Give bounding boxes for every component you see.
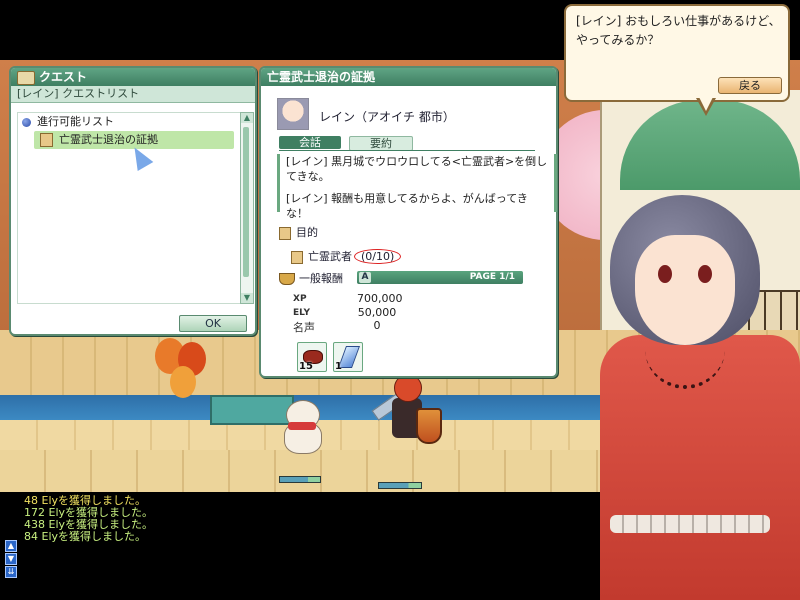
npc-speech-bubble: [レイン] おもしろい仕事があるけど、やってみるか？ 戻る <box>564 4 790 102</box>
quest-window-title: クエスト <box>39 70 88 84</box>
quest-list-window: クエスト [レイン] クエストリスト 進行可能リスト 亡霊武士退治の証拠 ▲ ▼… <box>9 66 257 336</box>
reward-tab-a[interactable]: A <box>359 272 371 283</box>
reward-cup-icon <box>279 273 295 285</box>
bear-scarf <box>288 422 316 430</box>
npc-avatar <box>277 98 309 130</box>
scroll-down-arrow-icon[interactable]: ▼ <box>241 293 253 303</box>
back-button[interactable]: 戻る <box>718 77 782 94</box>
objective-count: (0/10) <box>354 249 402 264</box>
detail-window-title[interactable]: 亡霊武士退治の証拠 <box>261 68 556 86</box>
objective-heading: 目的 <box>279 224 318 240</box>
balloon <box>170 366 196 398</box>
quest-window-titlebar[interactable]: クエスト <box>11 68 255 86</box>
chat-log: 48 Elyを獲得しました。 172 Elyを獲得しました。 438 Elyを獲… <box>24 495 153 543</box>
objective-label: 目的 <box>296 226 318 239</box>
npc-face <box>635 235 735 345</box>
target-icon <box>291 250 303 264</box>
quest-dialog: [レイン] 黒月城でウロウロしてる<亡霊武者>を倒してきな。 [レイン] 報酬も… <box>277 154 557 220</box>
tab-divider <box>279 150 535 151</box>
quest-category-label: 進行可能リスト <box>37 115 114 128</box>
objective-target: 亡霊武者 <box>308 250 352 263</box>
speech-text: [レイン] おもしろい仕事があるけど、やってみるか？ <box>576 14 781 47</box>
reward-page: PAGE 1/1 <box>469 272 515 282</box>
item-quantity: 15 <box>299 361 313 372</box>
tab-conversation[interactable]: 会話 <box>279 136 341 149</box>
bear-pet[interactable] <box>280 400 324 456</box>
chat-scroll-down-icon[interactable]: ▼ <box>5 553 17 565</box>
tab-summary[interactable]: 要約 <box>349 136 413 151</box>
quest-detail-window: 亡霊武士退治の証拠 レイン（アオイチ 都市） 会話 要約 [レイン] 黒月城でウ… <box>259 66 558 378</box>
shield <box>416 408 442 444</box>
quest-list-scrollbar[interactable]: ▲ ▼ <box>240 112 254 304</box>
ely-label: ELY <box>293 308 310 318</box>
quest-list: 進行可能リスト 亡霊武士退治の証拠 <box>17 112 241 304</box>
scroll-up-arrow-icon[interactable]: ▲ <box>241 113 253 123</box>
player-hp-bar <box>378 482 422 489</box>
objective-book-icon <box>279 226 291 240</box>
xp-label: XP <box>293 294 307 304</box>
pet-hp-bar <box>279 476 321 483</box>
npc-eye <box>698 265 712 283</box>
scroll-icon <box>17 70 35 85</box>
scroll-thumb[interactable] <box>243 127 249 277</box>
player-hair <box>394 374 422 402</box>
reward-tab-bar: A PAGE 1/1 <box>357 271 523 284</box>
chat-message: 84 Elyを獲得しました。 <box>24 530 147 543</box>
quest-book-icon <box>40 133 53 147</box>
dialog-line: [レイン] 黒月城でウロウロしてる<亡霊武者>を倒してきな。 <box>286 155 548 183</box>
reward-item-slot[interactable]: 15 <box>297 342 327 372</box>
xp-value: 700,000 <box>357 292 403 305</box>
chat-scroll-bottom-icon[interactable]: ⇊ <box>5 566 17 578</box>
quest-list-subtitle: [レイン] クエストリスト <box>11 86 255 103</box>
npc-name: レイン（アオイチ 都市） <box>319 110 455 124</box>
fame-value: 0 <box>373 319 381 332</box>
ely-value: 50,000 <box>357 306 397 319</box>
dialog-line: [レイン] 報酬も用意してるからよ、がんばってきな！ <box>286 192 528 220</box>
fame-label: 名声 <box>293 321 315 334</box>
npc-eye <box>658 265 672 283</box>
speech-bubble-tail-fill <box>699 97 713 111</box>
player-character[interactable] <box>371 372 442 462</box>
npc-belt <box>610 515 770 533</box>
item-quantity: 1 <box>335 361 342 372</box>
ok-button[interactable]: OK <box>179 315 247 332</box>
objective-row: 亡霊武者 (0/10) <box>291 248 402 264</box>
quest-category[interactable]: 進行可能リスト <box>18 113 240 131</box>
npc-rain-portrait <box>590 195 800 600</box>
chat-scroll-up-icon[interactable]: ▲ <box>5 540 17 552</box>
reward-item-slot[interactable]: 1 <box>333 342 363 372</box>
reward-label: 一般報酬 <box>299 272 343 285</box>
reward-heading: 一般報酬 <box>279 270 343 286</box>
orb-bullet-icon <box>22 117 31 127</box>
